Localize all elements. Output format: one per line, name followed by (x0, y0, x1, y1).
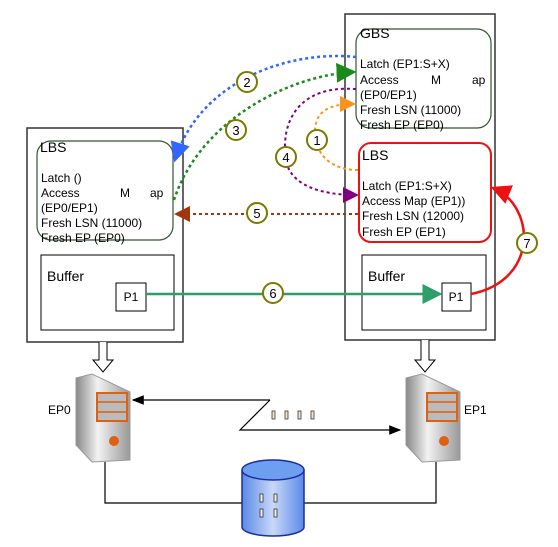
step-2-badge: 2 (236, 71, 258, 93)
gbs-latch: Latch (EP1:S+X) (360, 57, 450, 71)
left-lbs-title: LBS (40, 139, 66, 155)
packets-icon (271, 410, 315, 420)
left-page-label: P1 (124, 290, 139, 304)
right-buffer-title: Buffer (368, 268, 405, 284)
left-lbs-eps: (EP0/EP1) (41, 201, 98, 215)
step-1-badge: 1 (306, 129, 328, 151)
ep0-label: EP0 (48, 403, 71, 417)
left-node: LBS Latch () Access M ap (EP0/EP1) Fresh… (26, 127, 184, 373)
svg-text:5: 5 (253, 206, 260, 221)
step2-arrow (170, 54, 357, 163)
gbs-access-m: M (431, 73, 441, 87)
architecture-diagram: LBS Latch () Access M ap (EP0/EP1) Fresh… (26, 13, 538, 537)
network-link (238, 399, 402, 435)
gbs-eps: (EP0/EP1) (360, 88, 417, 102)
left-lbs-access-m: M (120, 186, 130, 200)
step-5-badge: 5 (246, 202, 268, 224)
svg-text:7: 7 (523, 236, 530, 251)
ep1-label: EP1 (464, 403, 487, 417)
right-lbs-fresh-ep: Fresh EP (EP1) (362, 225, 446, 239)
server-ep1-icon (405, 373, 461, 463)
right-lbs-access-map: Access Map (EP1)) (362, 194, 465, 208)
step-6-badge: 6 (262, 282, 284, 304)
right-down-arrow (413, 340, 437, 373)
gbs-access: Access (360, 73, 399, 87)
right-node: GBS Latch (EP1:S+X) Access M ap (EP0/EP1… (344, 13, 496, 373)
svg-text:4: 4 (282, 150, 289, 165)
gbs-title: GBS (360, 25, 390, 41)
svg-text:3: 3 (232, 123, 239, 138)
step-4-badge: 4 (275, 146, 297, 168)
right-lbs-fresh-lsn: Fresh LSN (12000) (362, 209, 464, 223)
right-lbs-title: LBS (362, 147, 388, 163)
svg-text:6: 6 (269, 286, 276, 301)
left-lbs-latch: Latch () (41, 171, 82, 185)
server-ep0-icon (75, 373, 131, 463)
right-lbs-latch: Latch (EP1:S+X) (362, 179, 452, 193)
left-buffer (40, 254, 175, 331)
left-lbs-access: Access (41, 186, 80, 200)
left-lbs-fresh-ep: Fresh EP (EP0) (41, 231, 125, 245)
left-lbs-fresh-lsn: Fresh LSN (11000) (41, 216, 142, 230)
gbs-fresh-ep: Fresh EP (EP0) (360, 118, 444, 132)
svg-text:2: 2 (243, 75, 250, 90)
gbs-access-ap: ap (472, 73, 486, 87)
gbs-fresh-lsn: Fresh LSN (11000) (360, 103, 461, 117)
right-page-label: P1 (449, 290, 464, 304)
step-7-badge: 7 (516, 232, 538, 254)
left-buffer-title: Buffer (47, 268, 84, 284)
svg-text:1: 1 (313, 133, 320, 148)
left-lbs-access-ap: ap (150, 186, 164, 200)
left-down-arrow (91, 342, 115, 373)
database-icon (241, 459, 305, 537)
step-3-badge: 3 (225, 119, 247, 141)
